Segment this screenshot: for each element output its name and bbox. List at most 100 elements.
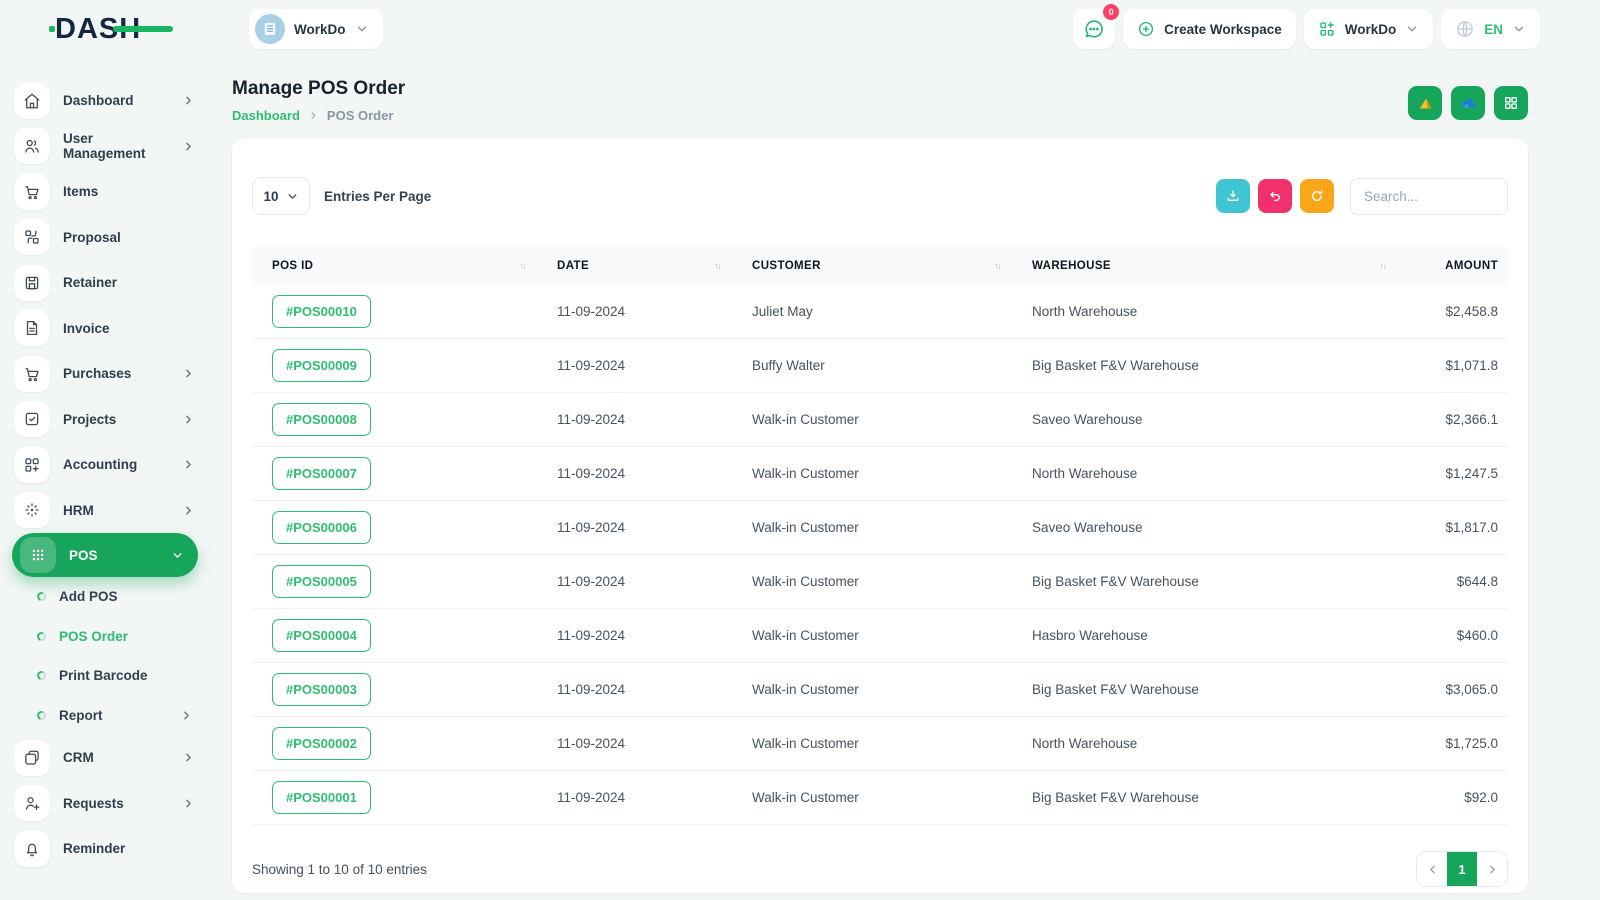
google-drive-button[interactable] (1408, 86, 1442, 120)
bullet-icon (35, 709, 48, 722)
pos-id-badge[interactable]: #POS00003 (272, 673, 371, 706)
pos-id-badge[interactable]: #POS00008 (272, 403, 371, 436)
sort-icon[interactable]: ↑↓ (1380, 261, 1387, 272)
table-row[interactable]: #POS00007 11-09-2024 Walk-in Customer No… (252, 447, 1508, 501)
sidebar-item-retainer[interactable]: Retainer (0, 260, 212, 306)
column-header-customer[interactable]: CUSTOMER ↑↓ (732, 260, 1012, 272)
pos-id-badge[interactable]: #POS00007 (272, 457, 371, 490)
cell-date: 11-09-2024 (557, 736, 626, 751)
create-workspace-button[interactable]: Create Workspace (1123, 9, 1296, 49)
sidebar-item-invoice[interactable]: Invoice (0, 306, 212, 352)
sidebar-item-items[interactable]: Items (0, 169, 212, 215)
pagination-prev-button[interactable] (1417, 852, 1447, 886)
sort-icon[interactable]: ↑↓ (995, 261, 1002, 272)
sidebar-item-pos[interactable]: POS (12, 533, 198, 577)
grid-plus-icon (1320, 21, 1334, 36)
grid-view-button[interactable] (1494, 86, 1528, 120)
pos-id-badge[interactable]: #POS00004 (272, 619, 371, 652)
table-row[interactable]: #POS00003 11-09-2024 Walk-in Customer Bi… (252, 663, 1508, 717)
sidebar-item-crm[interactable]: CRM (0, 735, 212, 781)
messages-badge: 0 (1103, 4, 1120, 20)
pos-order-card: 10 Entries Per Page Search... POS ID ↑↓ … (232, 139, 1528, 893)
table-row[interactable]: #POS00006 11-09-2024 Walk-in Customer Sa… (252, 501, 1508, 555)
sidebar-subitem-report[interactable]: Report (0, 696, 212, 736)
messages-button[interactable]: 0 (1073, 4, 1120, 49)
pos-id-badge[interactable]: #POS00001 (272, 781, 371, 814)
invoice-icon (26, 321, 38, 336)
export-button[interactable] (1216, 179, 1250, 213)
pagination-page-1[interactable]: 1 (1447, 852, 1477, 886)
users-icon (25, 140, 39, 153)
sidebar-item-purchases[interactable]: Purchases (0, 351, 212, 397)
sidebar-subitem-print-barcode[interactable]: Print Barcode (0, 656, 212, 696)
undo-button[interactable] (1258, 179, 1292, 213)
cell-warehouse: Hasbro Warehouse (1032, 628, 1148, 643)
table-row[interactable]: #POS00008 11-09-2024 Walk-in Customer Sa… (252, 393, 1508, 447)
table-row[interactable]: #POS00004 11-09-2024 Walk-in Customer Ha… (252, 609, 1508, 663)
sidebar-item-proposal[interactable]: Proposal (0, 215, 212, 261)
column-header-warehouse[interactable]: WAREHOUSE ↑↓ (1012, 260, 1397, 272)
cell-amount: $2,366.1 (1445, 412, 1498, 427)
cell-warehouse: Big Basket F&V Warehouse (1032, 790, 1199, 805)
cell-amount: $2,458.8 (1445, 304, 1498, 319)
sidebar-item-projects[interactable]: Projects (0, 397, 212, 443)
table-row[interactable]: #POS00010 11-09-2024 Juliet May North Wa… (252, 285, 1508, 339)
pos-id-badge[interactable]: #POS00002 (272, 727, 371, 760)
column-header-date[interactable]: DATE ↑↓ (537, 260, 732, 272)
sort-icon[interactable]: ↑↓ (520, 261, 527, 272)
create-workspace-label: Create Workspace (1164, 21, 1282, 37)
pos-id-badge[interactable]: #POS00006 (272, 511, 371, 544)
pos-id-badge[interactable]: #POS00005 (272, 565, 371, 598)
cell-warehouse: Saveo Warehouse (1032, 520, 1143, 535)
cell-customer: Walk-in Customer (752, 736, 859, 751)
sidebar-item-user-management[interactable]: User Management (0, 124, 212, 170)
bullet-icon (35, 590, 48, 603)
sidebar-item-dashboard[interactable]: Dashboard (0, 78, 212, 124)
cell-warehouse: Big Basket F&V Warehouse (1032, 682, 1199, 697)
table-row[interactable]: #POS00001 11-09-2024 Walk-in Customer Bi… (252, 771, 1508, 825)
chevron-right-icon (186, 96, 191, 105)
cell-amount: $3,065.0 (1445, 682, 1498, 697)
sort-icon[interactable]: ↑↓ (715, 261, 722, 272)
cell-customer: Walk-in Customer (752, 520, 859, 535)
pagination-next-button[interactable] (1477, 852, 1507, 886)
entries-per-page-select[interactable]: 10 (252, 177, 310, 215)
grid-icon (1505, 97, 1517, 109)
onedrive-button[interactable] (1451, 86, 1485, 120)
entries-per-page-label: Entries Per Page (324, 188, 432, 204)
pos-id-badge[interactable]: #POS00009 (272, 349, 371, 382)
sidebar-item-requests[interactable]: Requests (0, 781, 212, 827)
bullet-icon (35, 630, 48, 643)
cell-warehouse: North Warehouse (1032, 736, 1138, 751)
cell-customer: Walk-in Customer (752, 790, 859, 805)
sidebar-item-hrm[interactable]: HRM (0, 488, 212, 534)
main-content: Manage POS Order Dashboard POS Order 10 … (212, 58, 1600, 900)
chevron-left-icon (1429, 865, 1435, 873)
cell-amount: $460.0 (1456, 628, 1498, 643)
pos-id-badge[interactable]: #POS00010 (272, 295, 371, 328)
sidebar: Dashboard User Management Items Proposal… (0, 58, 212, 900)
workspace-dropdown[interactable]: WorkDo (1303, 9, 1434, 49)
retainer-icon (25, 276, 39, 290)
app-logo[interactable]: DASH (49, 13, 173, 46)
sidebar-item-reminder[interactable]: Reminder (0, 826, 212, 872)
workspace-selector[interactable]: WorkDo (249, 9, 383, 49)
breadcrumb-dashboard-link[interactable]: Dashboard (232, 108, 300, 123)
cell-date: 11-09-2024 (557, 628, 626, 643)
table-row[interactable]: #POS00005 11-09-2024 Walk-in Customer Bi… (252, 555, 1508, 609)
cart-icon (25, 367, 39, 381)
logo-dot (49, 25, 55, 32)
sidebar-item-accounting[interactable]: Accounting (0, 442, 212, 488)
search-input[interactable] (1350, 177, 1508, 215)
column-header-pos-id[interactable]: POS ID ↑↓ (252, 260, 537, 272)
chevron-right-icon (186, 799, 191, 808)
column-header-amount[interactable]: AMOUNT (1397, 260, 1508, 272)
cell-date: 11-09-2024 (557, 682, 626, 697)
sidebar-subitem-pos-order[interactable]: POS Order (0, 617, 212, 657)
sidebar-subitem-add-pos[interactable]: Add POS (0, 577, 212, 617)
table-row[interactable]: #POS00002 11-09-2024 Walk-in Customer No… (252, 717, 1508, 771)
showing-entries-text: Showing 1 to 10 of 10 entries (252, 861, 427, 877)
language-dropdown[interactable]: EN (1441, 9, 1540, 49)
table-row[interactable]: #POS00009 11-09-2024 Buffy Walter Big Ba… (252, 339, 1508, 393)
refresh-button[interactable] (1300, 179, 1334, 213)
